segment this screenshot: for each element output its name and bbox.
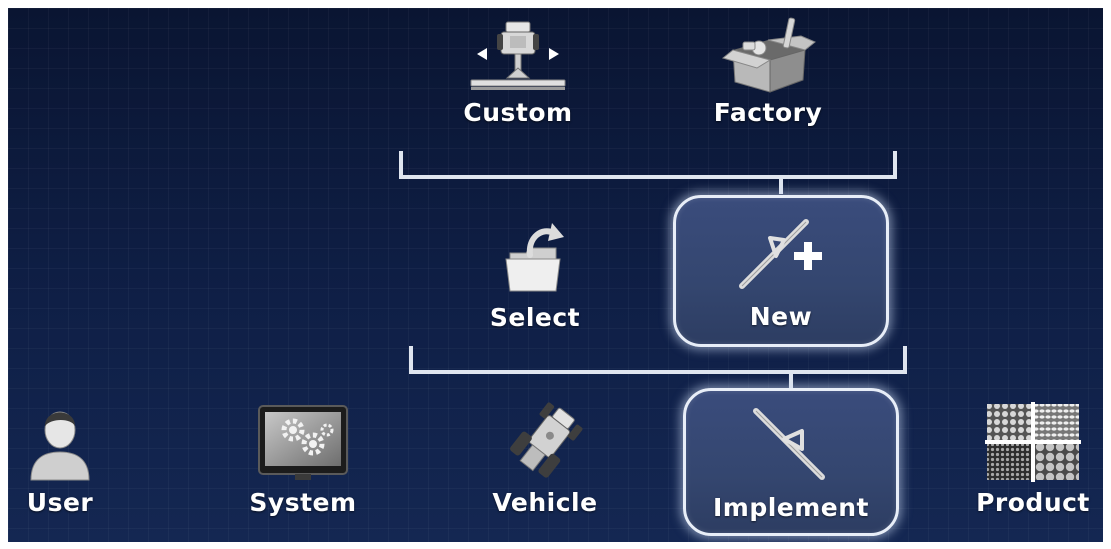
factory-label: Factory [713,98,823,127]
factory-box-icon [721,17,816,93]
tractor-custom-icon [470,21,566,90]
vehicle-icon [510,402,583,478]
new-label: New [749,302,813,331]
implement-label: Implement [712,493,870,522]
new-button[interactable]: New [673,195,889,347]
custom-label: Custom [463,98,573,127]
user-avatar-icon [30,411,90,481]
folder-open-icon [505,223,564,292]
product-seeds-icon [985,402,1081,482]
product-button[interactable]: Product [968,398,1098,528]
factory-button[interactable]: Factory [698,16,838,146]
top-connector-bracket [399,151,897,179]
implement-add-icon [739,219,822,289]
middle-connector-stem [789,370,793,388]
user-button[interactable]: User [8,398,112,528]
implement-button[interactable]: Implement [683,388,899,536]
implement-icon [753,408,825,480]
custom-button[interactable]: Custom [448,16,588,146]
vehicle-button[interactable]: Vehicle [480,398,610,528]
user-label: User [26,488,94,517]
vehicle-label: Vehicle [492,488,598,517]
middle-connector-bracket [409,346,907,374]
select-label: Select [489,303,581,332]
system-label: System [249,488,357,517]
system-button[interactable]: System [238,398,368,528]
select-button[interactable]: Select [464,203,606,347]
top-connector-stem [779,176,783,194]
product-label: Product [976,488,1090,517]
system-gears-icon [258,405,348,480]
implement-setup-screen: Custom Factory Select New User System Ve… [8,8,1103,542]
